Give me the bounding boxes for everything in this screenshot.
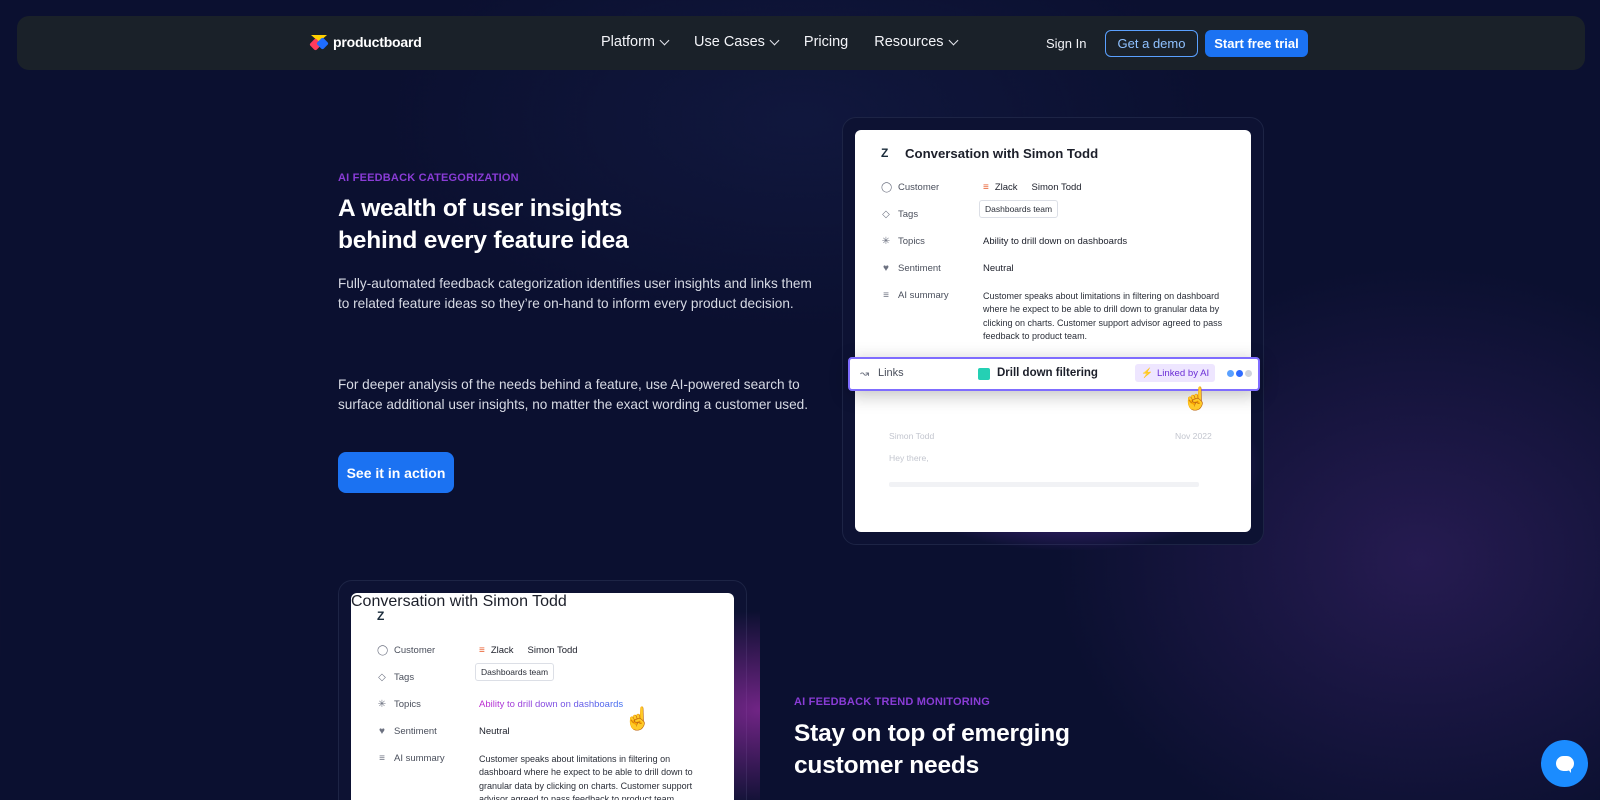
- topics-row-label: ✳ Topics: [881, 236, 925, 247]
- company-logo-icon: ≡: [983, 182, 989, 193]
- person-icon: ◯: [881, 181, 893, 193]
- label-text: AI summary: [394, 753, 445, 764]
- customer-value: ≡ Zlack Simon Todd: [479, 645, 578, 656]
- chat-bubble-icon: [1555, 756, 1574, 773]
- conversation-card-secondary: Z Conversation with Simon Todd ◯ Custome…: [351, 593, 734, 800]
- chevron-down-icon: [769, 35, 780, 45]
- feature-color-icon: [978, 368, 990, 380]
- section-paragraph: For deeper analysis of the needs behind …: [338, 377, 808, 412]
- sparkle-icon: ✳: [881, 235, 891, 247]
- start-free-trial-button[interactable]: Start free trial: [1205, 30, 1308, 57]
- person-name: Simon Todd: [1031, 182, 1082, 193]
- tags-value: Dashboards team: [475, 663, 555, 681]
- section-headline: A wealth of user insights behind every f…: [338, 195, 629, 254]
- link-icon: ↝: [860, 368, 870, 380]
- menu-label: Use Cases: [694, 34, 765, 50]
- company-name: Zlack: [994, 182, 1018, 193]
- chat-launcher-button[interactable]: [1541, 740, 1588, 787]
- conversation-card: Z Conversation with Simon Todd ◯ Custome…: [855, 130, 1251, 532]
- menu-label: Pricing: [803, 34, 849, 50]
- section-eyebrow: AI FEEDBACK TREND MONITORING: [794, 696, 991, 708]
- heart-icon: ♥: [379, 725, 385, 737]
- badge-text: Linked by AI: [1156, 367, 1210, 379]
- tag-chip[interactable]: Dashboards team: [979, 200, 1059, 218]
- chevron-down-icon: [948, 35, 959, 45]
- tag-icon: ◇: [378, 671, 386, 683]
- productboard-logo-icon: [309, 35, 329, 51]
- menu-item-pricing[interactable]: Pricing: [804, 34, 848, 50]
- menu-item-platform[interactable]: Platform: [601, 34, 670, 50]
- summary-row-label: ≡ AI summary: [881, 290, 949, 301]
- progress-dots-icon: [1227, 370, 1252, 377]
- message-date: Nov 2022: [1175, 431, 1212, 441]
- label-text: Customer: [898, 182, 940, 193]
- topics-row-label: ✳ Topics: [377, 699, 421, 710]
- menu-item-use-cases[interactable]: Use Cases: [694, 34, 780, 50]
- topic-value[interactable]: Ability to drill down on dashboards: [983, 236, 1127, 247]
- linked-by-ai-badge: ⚡ Linked by AI: [1135, 364, 1216, 382]
- tags-row-label: ◇ Tags: [881, 209, 918, 220]
- menu-label: Resources: [874, 34, 944, 50]
- list-icon: ≡: [883, 289, 889, 301]
- sparkle-icon: ✳: [377, 698, 387, 710]
- message-author: Simon Todd: [889, 431, 935, 441]
- links-label: Links: [878, 367, 904, 379]
- company-logo-icon: ≡: [479, 645, 485, 656]
- sentiment-row-label: ♥ Sentiment: [377, 726, 437, 737]
- see-it-in-action-button[interactable]: See it in action: [338, 452, 454, 493]
- conversation-title: Conversation with Simon Todd: [351, 593, 567, 610]
- top-navigation: productboard Platform Use Cases Pricing …: [17, 16, 1585, 70]
- section-headline: Stay on top of emerging customer needs: [794, 720, 1070, 779]
- main-menu: Platform Use Cases Pricing Resources: [601, 34, 959, 50]
- company: ≡ Zlack: [479, 645, 514, 656]
- company-name: Zlack: [490, 645, 514, 656]
- list-icon: ≡: [379, 752, 385, 764]
- customer-value: ≡ Zlack Simon Todd: [983, 182, 1082, 193]
- section-paragraph: Fully-automated feedback categorization …: [338, 276, 812, 311]
- productboard-logo[interactable]: productboard: [309, 34, 422, 51]
- label-text: Customer: [394, 645, 436, 656]
- person-name: Simon Todd: [527, 645, 578, 656]
- topic-link[interactable]: Ability to drill down on dashboards: [479, 699, 623, 710]
- company: ≡ Zlack: [983, 182, 1018, 193]
- customer-row-label: ◯ Customer: [881, 182, 939, 193]
- sentiment-value: Neutral: [479, 726, 510, 737]
- label-text: Sentiment: [394, 726, 437, 737]
- linked-feature[interactable]: Drill down filtering: [997, 367, 1098, 379]
- section-eyebrow: AI FEEDBACK CATEGORIZATION: [338, 172, 519, 184]
- tag-icon: ◇: [882, 208, 890, 220]
- hand-pointer-icon: ☝: [1182, 386, 1210, 411]
- sign-in-link[interactable]: Sign In: [1046, 36, 1086, 51]
- tags-row-label: ◇ Tags: [377, 672, 414, 683]
- menu-item-resources[interactable]: Resources: [874, 34, 959, 50]
- tag-chip[interactable]: Dashboards team: [475, 663, 555, 681]
- logo-text: productboard: [333, 34, 422, 50]
- ai-summary-text: Customer speaks about limitations in fil…: [479, 754, 693, 800]
- label-text: Topics: [898, 236, 925, 247]
- zendesk-icon: Z: [377, 609, 385, 623]
- conversation-title: Conversation with Simon Todd: [905, 146, 1099, 161]
- summary-row-label: ≡ AI summary: [377, 753, 445, 764]
- label-text: Sentiment: [898, 263, 941, 274]
- sentiment-row-label: ♥ Sentiment: [881, 263, 941, 274]
- zendesk-icon: Z: [881, 146, 889, 160]
- hand-pointer-icon: ☝: [624, 706, 652, 731]
- person-icon: ◯: [377, 644, 389, 656]
- label-text: AI summary: [898, 290, 949, 301]
- message-text-placeholder: [889, 482, 1199, 487]
- message-text: Hey there,: [889, 453, 929, 463]
- customer-row-label: ◯ Customer: [377, 645, 435, 656]
- menu-label: Platform: [601, 34, 655, 50]
- get-demo-button[interactable]: Get a demo: [1105, 30, 1198, 57]
- tags-value: Dashboards team: [979, 200, 1059, 218]
- chevron-down-icon: [659, 35, 670, 45]
- ai-summary-text: Customer speaks about limitations in fil…: [983, 291, 1223, 342]
- sentiment-value: Neutral: [983, 263, 1014, 274]
- heart-icon: ♥: [883, 262, 889, 274]
- label-text: Tags: [898, 209, 919, 220]
- label-text: Topics: [394, 699, 421, 710]
- lightning-icon: ⚡: [1141, 367, 1153, 379]
- label-text: Tags: [394, 672, 415, 683]
